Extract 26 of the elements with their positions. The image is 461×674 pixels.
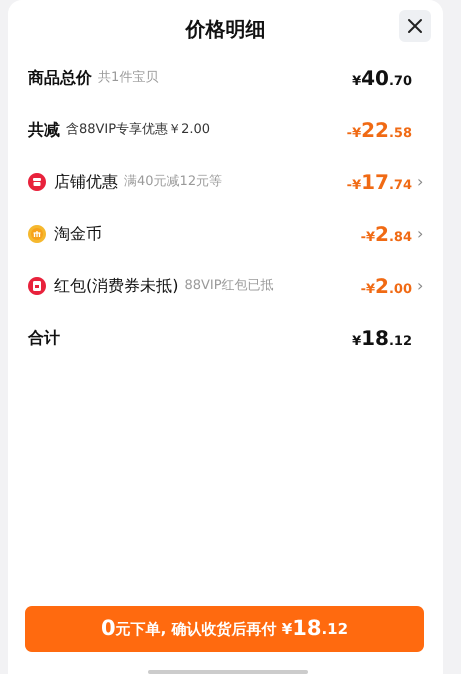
row-label[interactable]: 店铺优惠 — [54, 170, 118, 194]
close-button[interactable] — [399, 10, 431, 42]
row-note: 共1件宝贝 — [98, 69, 158, 88]
amount[interactable]: -¥2.00 — [360, 271, 412, 301]
row-label[interactable]: 红包(消费券未抵) — [54, 274, 178, 298]
row-note: 88VIP红包已抵 — [184, 277, 274, 296]
amount[interactable]: -¥2.84 — [360, 219, 412, 249]
row-label: 共减 — [28, 119, 60, 141]
row-note: 满40元减12元等 — [124, 173, 222, 192]
chevron-icon[interactable]: › — [417, 222, 425, 246]
envelope-icon — [28, 277, 46, 295]
chevron-icon[interactable]: › — [417, 274, 425, 298]
coin-icon — [28, 225, 46, 243]
shop-icon — [28, 173, 46, 191]
row-label[interactable]: 淘金币 — [54, 222, 102, 246]
close-icon — [407, 18, 423, 34]
chevron-icon[interactable]: › — [417, 170, 425, 194]
row-note: 含88VIP专享优惠￥2.00 — [66, 121, 210, 140]
amount[interactable]: -¥17.74 — [346, 167, 412, 197]
pay-button[interactable]: 0元下单, 确认收货后再付 ¥18.12 — [25, 606, 424, 652]
amount: ¥18.12 — [352, 325, 412, 352]
amount: -¥22.58 — [346, 117, 412, 144]
sheet-title: 价格明细 — [186, 16, 266, 43]
row-label: 合计 — [28, 327, 60, 349]
row-label: 商品总价 — [28, 67, 92, 89]
amount: ¥40.70 — [352, 65, 412, 92]
